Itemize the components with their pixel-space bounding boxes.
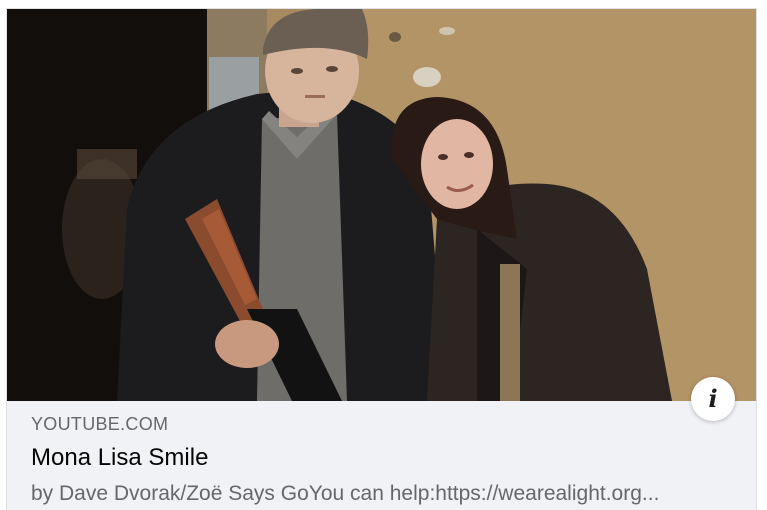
- link-description: by Dave Dvorak/Zoë Says GoYou can help:h…: [31, 482, 660, 505]
- link-domain: YOUTUBE.COM: [31, 414, 169, 434]
- link-preview-card[interactable]: i YOUTUBE.COM Mona Lisa Smile by Dave Dv…: [6, 8, 757, 510]
- link-meta[interactable]: YOUTUBE.COM Mona Lisa Smile by Dave Dvor…: [31, 413, 731, 507]
- video-thumbnail[interactable]: [7, 9, 756, 401]
- info-icon: i: [708, 384, 718, 413]
- link-title[interactable]: Mona Lisa Smile: [31, 444, 731, 472]
